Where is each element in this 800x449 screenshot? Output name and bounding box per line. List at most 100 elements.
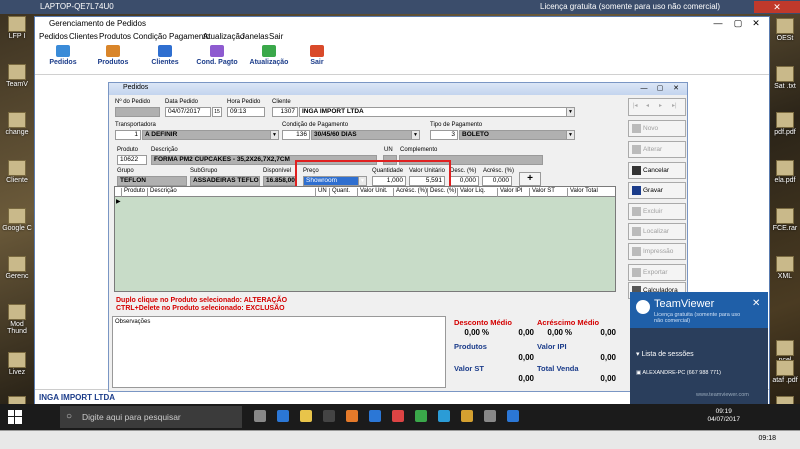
observacoes-box[interactable]: Observações	[112, 316, 446, 388]
local-clock[interactable]: 09:18	[758, 435, 776, 442]
child-minimize-button[interactable]: —	[637, 83, 651, 93]
cliente-name-select[interactable]: INGA IMPORT LTDA ▼	[299, 107, 575, 117]
chevron-down-icon[interactable]: ▼	[566, 131, 574, 139]
nav-arrow-icon[interactable]: ▸|	[672, 102, 677, 109]
close-remote-button[interactable]: ✕	[754, 1, 800, 13]
menu-item[interactable]: Sair	[269, 32, 283, 41]
toolbar-clientes-button[interactable]: Clientes	[139, 45, 191, 66]
cliente-code-field[interactable]: 1307	[272, 107, 298, 117]
task-view-icon[interactable]	[277, 410, 289, 422]
search-input[interactable]: ○ Digite aqui para pesquisar	[60, 406, 242, 428]
side-button[interactable]: Gravar	[628, 182, 686, 199]
desktop-icon[interactable]: ataf .pdf	[768, 360, 800, 384]
desktop-icon[interactable]: FCE.rar	[768, 208, 800, 232]
grid-column-header[interactable]: Valor ST	[529, 188, 555, 197]
transportadora-code-field[interactable]: 1	[115, 130, 141, 140]
taskbar-clock[interactable]: 09:19 04/07/2017	[707, 408, 740, 424]
desc-pct-field[interactable]: 0,000	[449, 176, 479, 186]
desktop-icon[interactable]: ela.pdf	[768, 160, 800, 184]
desktop-icon[interactable]: OESt	[768, 18, 800, 42]
skype-icon[interactable]	[438, 410, 450, 422]
toolbar-pedidos-button[interactable]: Pedidos	[37, 45, 89, 66]
desktop-icon[interactable]: TeamV	[0, 64, 34, 88]
explorer-icon[interactable]	[323, 410, 335, 422]
desktop-icon[interactable]: Livez	[0, 352, 34, 376]
menu-item[interactable]: Atualização	[203, 32, 244, 41]
cortana-icon[interactable]	[254, 410, 266, 422]
teamviewer-site-link[interactable]: www.teamviewer.com	[696, 392, 749, 398]
windows-start-icon[interactable]	[8, 410, 22, 424]
side-button[interactable]: Novo	[628, 120, 686, 137]
toolbar-cond-pagto-button[interactable]: Cond. Pagto	[191, 45, 243, 66]
desktop-icon[interactable]: Sat .txt	[768, 66, 800, 90]
nav-arrow-icon[interactable]: |◂	[633, 102, 638, 109]
grid-column-header[interactable]: Valor Líq.	[457, 188, 485, 197]
side-button[interactable]: Exportar	[628, 264, 686, 281]
child-maximize-button[interactable]: ▢	[653, 83, 667, 93]
items-grid[interactable]: Produto Descrição UN Quant. Valor Unit. Acrés…	[114, 186, 616, 292]
session-item[interactable]: ▣ ALEXANDRE-PC (667 988 771)	[636, 370, 721, 376]
grid-column-header[interactable]: Acrésc. (%)	[393, 188, 427, 197]
desktop-icon[interactable]: change	[0, 112, 34, 136]
chevron-down-icon[interactable]: ▼	[270, 131, 278, 139]
desktop-icon[interactable]: Cliente	[0, 160, 34, 184]
child-close-button[interactable]: ✕	[669, 83, 683, 93]
acresc-pct-field[interactable]: 0,000	[482, 176, 512, 186]
store-icon[interactable]	[346, 410, 358, 422]
teamviewer-icon[interactable]	[507, 410, 519, 422]
close-icon[interactable]: ✕	[752, 298, 760, 309]
close-button[interactable]: ✕	[741, 18, 771, 30]
side-button[interactable]: Cancelar	[628, 162, 686, 179]
app-icon[interactable]	[461, 410, 473, 422]
grid-column-header[interactable]: Valor Total	[567, 188, 598, 197]
chrome-icon[interactable]	[415, 410, 427, 422]
menu-item[interactable]: Janelas	[241, 32, 269, 41]
desktop-icon[interactable]: Mod Thund	[0, 304, 34, 335]
desktop-icon[interactable]: LFP I	[0, 16, 34, 40]
cond-pagamento-code-field[interactable]: 136	[282, 130, 310, 140]
transportadora-select[interactable]: A DEFINIR ▼	[142, 130, 279, 140]
side-button[interactable]: Localizar	[628, 223, 686, 240]
side-button[interactable]: Alterar	[628, 141, 686, 158]
tipo-pagamento-select[interactable]: BOLETO ▼	[459, 130, 575, 140]
calendar-icon[interactable]: 15	[212, 107, 222, 117]
desktop-icon[interactable]: XML	[768, 256, 800, 280]
side-button[interactable]: Impressão	[628, 243, 686, 260]
grid-column-header[interactable]: UN	[315, 188, 327, 197]
desktop-icon[interactable]: Google C	[0, 208, 34, 232]
tipo-pagamento-code-field[interactable]: 3	[430, 130, 458, 140]
nav-arrow-icon[interactable]: ▸	[659, 102, 662, 109]
desktop-icon-label: Google C	[2, 225, 32, 232]
chevron-down-icon[interactable]: ▼	[411, 131, 419, 139]
desktop-icon[interactable]: pdf.pdf	[768, 112, 800, 136]
toolbar-sair-button[interactable]: Sair	[291, 45, 343, 66]
side-button[interactable]: Excluir	[628, 203, 686, 220]
menu-item[interactable]: Produtos	[99, 32, 131, 41]
menu-item[interactable]: Clientes	[69, 32, 98, 41]
grid-column-header[interactable]: Desc. (%)	[427, 188, 456, 197]
grid-column-header[interactable]: Valor IPI	[497, 188, 523, 197]
desktop-icon[interactable]: Gerenc	[0, 256, 34, 280]
cond-pagto-icon	[210, 45, 224, 57]
hora-pedido-field[interactable]: 09:13	[227, 107, 265, 117]
data-pedido-field[interactable]: 04/07/2017	[165, 107, 211, 117]
grid-column-header[interactable]: Valor Unit.	[357, 188, 388, 197]
sessions-header[interactable]: ▾ Lista de sessões	[636, 350, 694, 358]
nav-arrow-icon[interactable]: ◂	[646, 102, 649, 109]
add-item-button[interactable]: +	[519, 172, 541, 186]
grid-column-header[interactable]: Quant.	[329, 188, 350, 197]
produto-field[interactable]: 10622	[117, 155, 147, 165]
app-icon[interactable]	[484, 410, 496, 422]
firefox-icon[interactable]	[369, 410, 381, 422]
ie-icon[interactable]	[392, 410, 404, 422]
toolbar-atualizacao-button[interactable]: Atualização	[243, 45, 295, 66]
num-pedido-field[interactable]	[115, 107, 160, 117]
cond-pagamento-select[interactable]: 30/45/60 DIAS ▼	[311, 130, 420, 140]
menu-item[interactable]: Pedidos	[39, 32, 68, 41]
toolbar-produtos-button[interactable]: Produtos	[87, 45, 139, 66]
grid-column-header[interactable]: Descrição	[147, 188, 177, 197]
chevron-down-icon[interactable]: ▼	[566, 108, 574, 116]
edge-icon[interactable]	[300, 410, 312, 422]
grid-column-header[interactable]: Produto	[121, 188, 145, 197]
menu-item[interactable]: Condição Pagamento	[133, 32, 210, 41]
